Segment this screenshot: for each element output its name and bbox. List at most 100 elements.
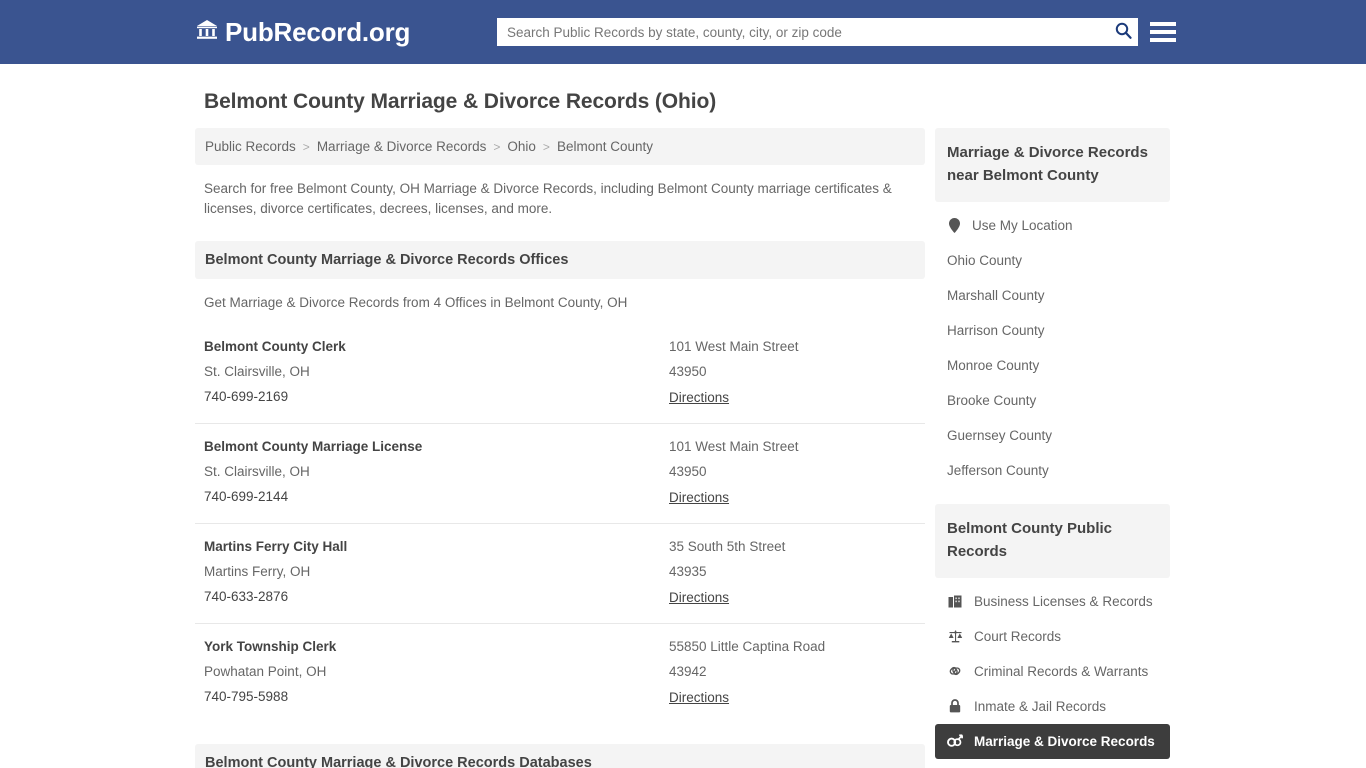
office-phone[interactable]: 740-699-2144	[204, 489, 669, 504]
office-phone[interactable]: 740-795-5988	[204, 689, 669, 704]
search-bar	[497, 18, 1138, 46]
page-title: Belmont County Marriage & Divorce Record…	[204, 90, 717, 113]
offices-section-subheading: Get Marriage & Divorce Records from 4 Of…	[204, 294, 628, 310]
briefcase-icon	[947, 594, 963, 608]
breadcrumb-item-ohio[interactable]: Ohio	[507, 139, 536, 154]
sidebar-item-marshall-county[interactable]: Marshall County	[935, 278, 1170, 313]
sidebar-item-label: Brooke County	[947, 392, 1037, 408]
table-row: Belmont County Clerk St. Clairsville, OH…	[195, 324, 925, 424]
office-name: Belmont County Clerk	[204, 338, 346, 354]
office-address: 101 West Main Street	[669, 438, 799, 454]
breadcrumb-separator: >	[542, 139, 550, 154]
link-chain-icon	[947, 664, 963, 678]
office-city: St. Clairsville, OH	[204, 463, 310, 479]
office-name: York Township Clerk	[204, 638, 337, 654]
sidebar-item-guernsey-county[interactable]: Guernsey County	[935, 418, 1170, 453]
sidebar-item-label: Guernsey County	[947, 427, 1053, 443]
sidebar-item-label: Court Records	[974, 628, 1062, 644]
office-phone[interactable]: 740-633-2876	[204, 589, 669, 604]
office-right-column: 101 West Main Street 43950 Directions	[669, 439, 916, 507]
sidebar-item-jefferson-county[interactable]: Jefferson County	[935, 453, 1170, 488]
sidebar-item-business-licenses[interactable]: Business Licenses & Records	[935, 584, 1170, 619]
office-left-column: Belmont County Clerk St. Clairsville, OH…	[204, 339, 669, 407]
breadcrumb-separator: >	[302, 139, 310, 154]
sidebar-item-label: Business Licenses & Records	[974, 593, 1153, 609]
page-intro-text: Search for free Belmont County, OH Marri…	[204, 181, 892, 217]
sidebar-item-label: Use My Location	[972, 217, 1073, 233]
sidebar-item-brooke-county[interactable]: Brooke County	[935, 383, 1170, 418]
table-row: Martins Ferry City Hall Martins Ferry, O…	[195, 524, 925, 624]
sidebar-item-court-records[interactable]: Court Records	[935, 619, 1170, 654]
office-zip: 43950	[669, 363, 707, 379]
office-city: Martins Ferry, OH	[204, 563, 311, 579]
sidebar-nearby-list: Use My Location Ohio County Marshall Cou…	[935, 208, 1170, 488]
sidebar-public-records-heading: Belmont County Public Records	[935, 503, 1170, 578]
content-columns: Public Records > Marriage & Divorce Reco…	[0, 128, 1366, 768]
sidebar-item-label: Jefferson County	[947, 462, 1049, 478]
hamburger-menu-icon	[1150, 22, 1176, 26]
breadcrumb-item-belmont-county[interactable]: Belmont County	[557, 139, 653, 154]
search-icon	[1115, 22, 1132, 42]
sidebar-item-ohio-county[interactable]: Ohio County	[935, 243, 1170, 278]
office-zip: 43935	[669, 563, 707, 579]
sidebar-item-criminal-records[interactable]: Criminal Records & Warrants	[935, 654, 1170, 689]
office-zip: 43942	[669, 663, 707, 679]
sidebar-item-inmate-jail-records[interactable]: Inmate & Jail Records	[935, 689, 1170, 724]
breadcrumb: Public Records > Marriage & Divorce Reco…	[195, 128, 925, 165]
directions-link[interactable]: Directions	[669, 590, 729, 605]
sidebar-nearby-heading: Marriage & Divorce Records near Belmont …	[935, 128, 1170, 202]
sidebar-public-records-list: Business Licenses & Records Court Record…	[935, 584, 1170, 759]
table-row: York Township Clerk Powhatan Point, OH 7…	[195, 624, 925, 723]
office-left-column: Belmont County Marriage License St. Clai…	[204, 439, 669, 507]
breadcrumb-separator: >	[493, 139, 501, 154]
databases-section-heading: Belmont County Marriage & Divorce Record…	[195, 743, 925, 768]
site-logo-link[interactable]: PubRecord.org	[196, 19, 410, 45]
bank-building-icon	[196, 19, 218, 45]
office-name: Belmont County Marriage License	[204, 438, 423, 454]
breadcrumb-item-marriage-divorce-records[interactable]: Marriage & Divorce Records	[317, 139, 487, 154]
sidebar-item-label: Marriage & Divorce Records	[974, 733, 1155, 749]
office-left-column: Martins Ferry City Hall Martins Ferry, O…	[204, 539, 669, 607]
office-city: Powhatan Point, OH	[204, 663, 327, 679]
table-row: Belmont County Marriage License St. Clai…	[195, 424, 925, 524]
hamburger-menu-icon	[1150, 30, 1176, 34]
map-pin-icon	[947, 217, 962, 233]
office-city: St. Clairsville, OH	[204, 363, 310, 379]
office-address: 55850 Little Captina Road	[669, 638, 826, 654]
directions-link[interactable]: Directions	[669, 490, 729, 505]
offices-section-heading: Belmont County Marriage & Divorce Record…	[195, 240, 925, 279]
office-right-column: 55850 Little Captina Road 43942 Directio…	[669, 639, 916, 707]
offices-list: Belmont County Clerk St. Clairsville, OH…	[195, 324, 925, 723]
page-body: Belmont County Marriage & Divorce Record…	[0, 90, 1366, 768]
sidebar-item-label: Inmate & Jail Records	[974, 698, 1107, 714]
sidebar-item-use-my-location[interactable]: Use My Location	[935, 208, 1170, 243]
padlock-icon	[947, 699, 963, 713]
office-address: 101 West Main Street	[669, 338, 799, 354]
search-input[interactable]	[497, 19, 1108, 45]
office-address: 35 South 5th Street	[669, 538, 786, 554]
office-right-column: 101 West Main Street 43950 Directions	[669, 339, 916, 407]
sidebar-item-harrison-county[interactable]: Harrison County	[935, 313, 1170, 348]
office-zip: 43950	[669, 463, 707, 479]
sidebar: Marriage & Divorce Records near Belmont …	[935, 128, 1170, 768]
sidebar-item-label: Marshall County	[947, 287, 1045, 303]
site-header: PubRecord.org	[0, 0, 1366, 64]
directions-link[interactable]: Directions	[669, 390, 729, 405]
hamburger-menu-button[interactable]	[1150, 19, 1176, 45]
venus-mars-icon	[947, 734, 963, 748]
search-button[interactable]	[1108, 18, 1138, 46]
office-right-column: 35 South 5th Street 43935 Directions	[669, 539, 916, 607]
sidebar-item-marriage-divorce-records[interactable]: Marriage & Divorce Records	[935, 723, 1170, 759]
sidebar-item-label: Criminal Records & Warrants	[974, 663, 1149, 679]
office-phone[interactable]: 740-699-2169	[204, 389, 669, 404]
breadcrumb-item-public-records[interactable]: Public Records	[205, 139, 296, 154]
directions-link[interactable]: Directions	[669, 690, 729, 705]
hamburger-menu-icon	[1150, 38, 1176, 42]
sidebar-item-label: Harrison County	[947, 322, 1045, 338]
sidebar-item-label: Monroe County	[947, 357, 1040, 373]
sidebar-item-label: Ohio County	[947, 252, 1023, 268]
scales-of-justice-icon	[947, 629, 963, 643]
office-left-column: York Township Clerk Powhatan Point, OH 7…	[204, 639, 669, 707]
sidebar-item-monroe-county[interactable]: Monroe County	[935, 348, 1170, 383]
site-logo-text: PubRecord.org	[225, 17, 411, 47]
